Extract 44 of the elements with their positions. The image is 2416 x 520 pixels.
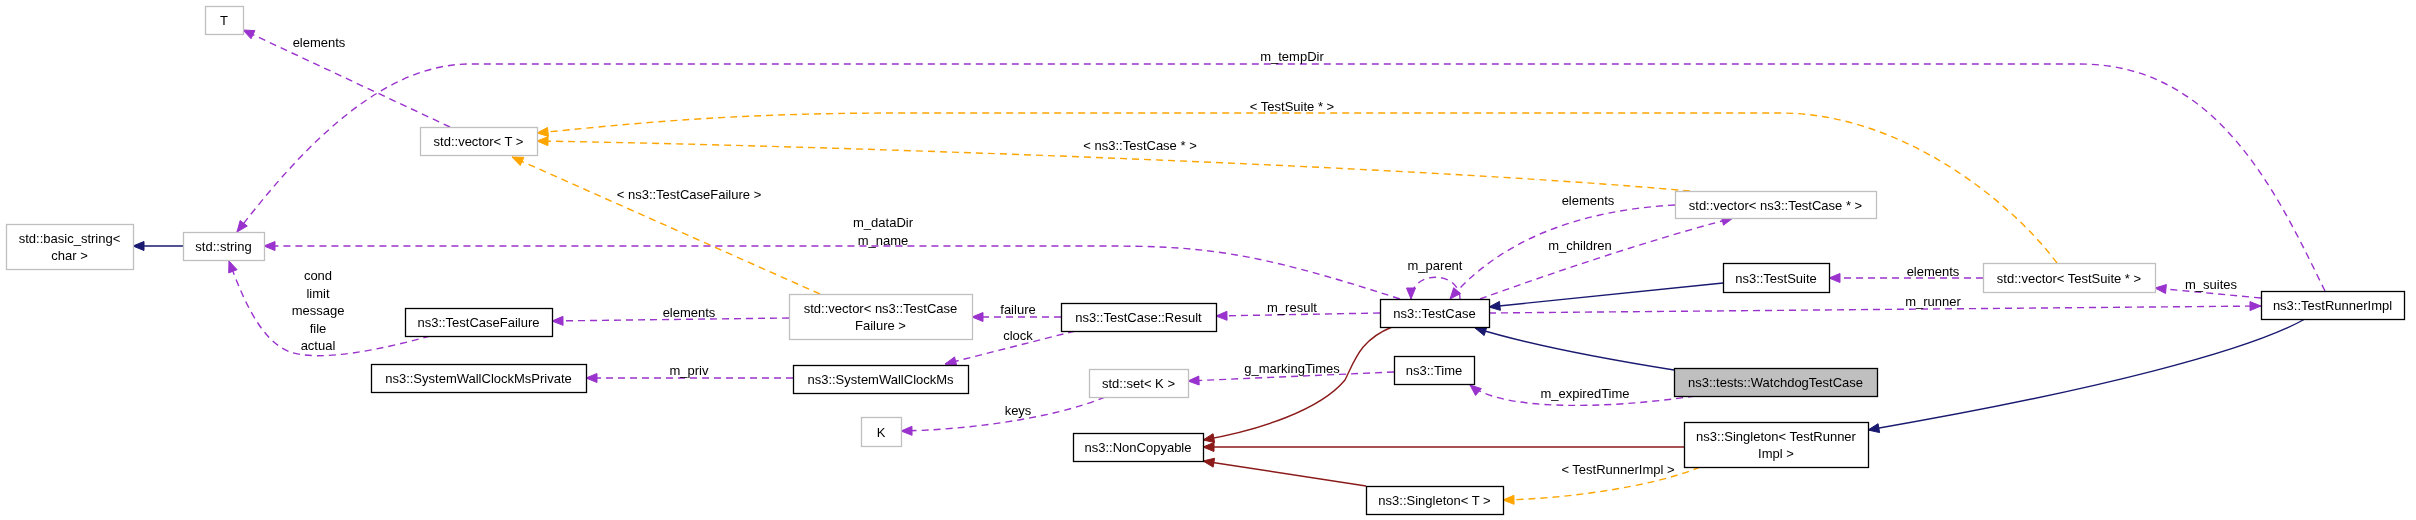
class-node[interactable]: ns3::tests::WatchdogTestCase xyxy=(1673,367,1879,398)
class-node[interactable]: ns3::TestCase::Result xyxy=(1060,302,1218,333)
edge-label: clock xyxy=(1003,328,1033,343)
edge-label: failure xyxy=(1000,302,1036,317)
class-node[interactable]: T xyxy=(204,5,245,36)
edge-label: < ns3::TestCase * > xyxy=(1083,138,1197,153)
edge-label: m_suites xyxy=(2185,277,2237,292)
edge-label: g_markingTimes xyxy=(1244,361,1340,376)
class-node[interactable]: ns3::TestRunnerImpl xyxy=(2260,290,2406,321)
class-node[interactable]: ns3::SystemWallClockMs xyxy=(792,364,970,395)
edge-label: elements xyxy=(1906,264,1960,279)
class-node[interactable]: ns3::TestSuite xyxy=(1722,262,1831,294)
class-node[interactable]: std::basic_string< char > xyxy=(5,223,135,271)
edge-label: m_expiredTime xyxy=(1540,386,1630,401)
edge-label: m_priv xyxy=(669,363,709,378)
edge-label: m_tempDir xyxy=(1260,49,1324,64)
class-node[interactable]: ns3::SystemWallClockMsPrivate xyxy=(370,363,588,394)
edge-label: < TestSuite * > xyxy=(1249,99,1335,114)
class-node[interactable]: std::set< K > xyxy=(1088,368,1190,399)
class-node[interactable]: K xyxy=(860,416,903,448)
class-node[interactable]: std::vector< TestSuite * > xyxy=(1982,262,2157,294)
edge-label: elements xyxy=(292,35,346,50)
class-node[interactable]: ns3::NonCopyable xyxy=(1072,432,1205,463)
inheritance-arrow xyxy=(132,241,184,251)
edge-label: m_result xyxy=(1267,300,1317,315)
edge-label: elements xyxy=(662,305,716,320)
class-node[interactable]: ns3::Singleton< T > xyxy=(1365,485,1505,516)
edge-label: m_runner xyxy=(1905,294,1961,309)
class-node[interactable]: std::vector< T > xyxy=(419,126,539,157)
class-node[interactable]: ns3::TestCase xyxy=(1379,298,1491,329)
edge-label: m_parent xyxy=(1407,258,1463,273)
class-node[interactable]: std::vector< ns3::TestCase * > xyxy=(1674,190,1878,220)
class-node[interactable]: std::string xyxy=(182,231,266,262)
edge-label: cond limit message file actual xyxy=(291,268,345,353)
edge-label: keys xyxy=(1004,403,1032,418)
edge-label: m_dataDir m_name xyxy=(853,215,913,248)
edge-label: m_children xyxy=(1548,238,1612,253)
edge-label: elements xyxy=(1561,193,1615,208)
edge-label: < TestRunnerImpl > xyxy=(1561,462,1675,477)
class-node[interactable]: ns3::TestCaseFailure xyxy=(404,307,554,338)
class-node[interactable]: ns3::Singleton< TestRunner Impl > xyxy=(1683,421,1870,469)
class-node[interactable]: std::vector< ns3::TestCase Failure > xyxy=(788,293,974,341)
edge-label: < ns3::TestCaseFailure > xyxy=(616,187,762,202)
class-node[interactable]: ns3::Time xyxy=(1393,355,1476,386)
